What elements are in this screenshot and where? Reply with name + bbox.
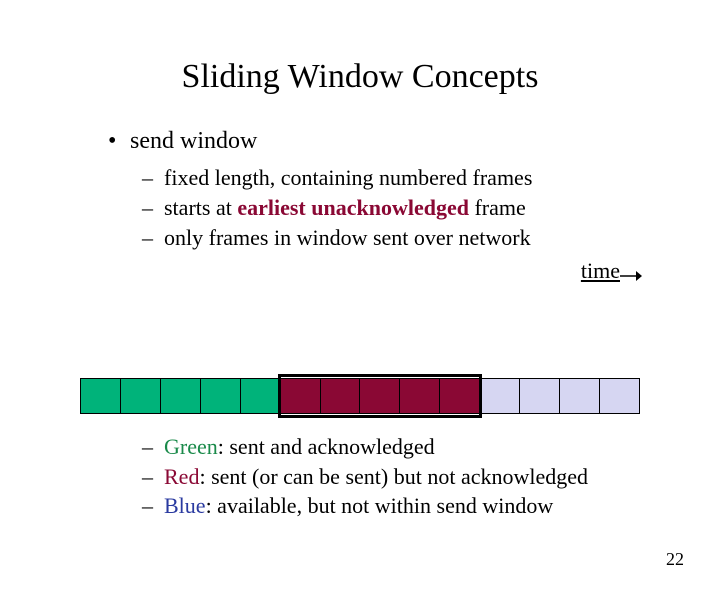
- frame-cell: [520, 379, 560, 413]
- dash-icon: –: [142, 462, 153, 492]
- legend-text: : sent and acknowledged: [218, 434, 435, 459]
- bullet-dot-icon: •: [108, 126, 116, 157]
- frame-cell: [241, 379, 281, 413]
- legend-item-green: – Green: sent and acknowledged: [142, 432, 588, 462]
- frame-cell: [600, 379, 639, 413]
- dash-icon: –: [142, 432, 153, 462]
- dash-icon: –: [142, 223, 153, 253]
- legend: – Green: sent and acknowledged – Red: se…: [142, 432, 588, 521]
- time-axis-row: time: [108, 258, 720, 288]
- frame-cell: [480, 379, 520, 413]
- legend-text: : available, but not within send window: [206, 493, 554, 518]
- frame-strip: [80, 378, 640, 418]
- arrow-right-icon: [620, 270, 642, 282]
- frame-cell: [560, 379, 600, 413]
- slide: Sliding Window Concepts • send window – …: [0, 58, 720, 598]
- sub-text: fixed length, containing numbered frames: [164, 165, 532, 190]
- sub-text-emph: earliest unacknowledged: [237, 195, 469, 220]
- sub-item: – starts at earliest unacknowledged fram…: [142, 193, 720, 223]
- legend-key: Red: [164, 464, 199, 489]
- send-window-outline: [278, 374, 482, 418]
- legend-key: Blue: [164, 493, 206, 518]
- dash-icon: –: [142, 491, 153, 521]
- frame-cell: [161, 379, 201, 413]
- sublist-1: – fixed length, containing numbered fram…: [142, 163, 720, 252]
- legend-key: Green: [164, 434, 218, 459]
- sub-text-c: frame: [469, 195, 526, 220]
- dash-icon: –: [142, 193, 153, 223]
- sub-item: – only frames in window sent over networ…: [142, 223, 720, 253]
- bullet-text: send window: [130, 128, 257, 154]
- legend-text: : sent (or can be sent) but not acknowle…: [199, 464, 588, 489]
- page-number: 22: [666, 549, 684, 570]
- sub-text-a: starts at: [164, 195, 237, 220]
- sub-item: – fixed length, containing numbered fram…: [142, 163, 720, 193]
- time-axis-label: time: [581, 258, 620, 284]
- legend-item-red: – Red: sent (or can be sent) but not ack…: [142, 462, 588, 492]
- frame-cell: [81, 379, 121, 413]
- slide-title: Sliding Window Concepts: [0, 58, 720, 96]
- frame-cell: [121, 379, 161, 413]
- legend-item-blue: – Blue: available, but not within send w…: [142, 491, 588, 521]
- content-area: • send window – fixed length, containing…: [108, 126, 720, 288]
- bullet-level1: • send window: [108, 126, 720, 157]
- sub-text: only frames in window sent over network: [164, 225, 531, 250]
- dash-icon: –: [142, 163, 153, 193]
- frame-cell: [201, 379, 241, 413]
